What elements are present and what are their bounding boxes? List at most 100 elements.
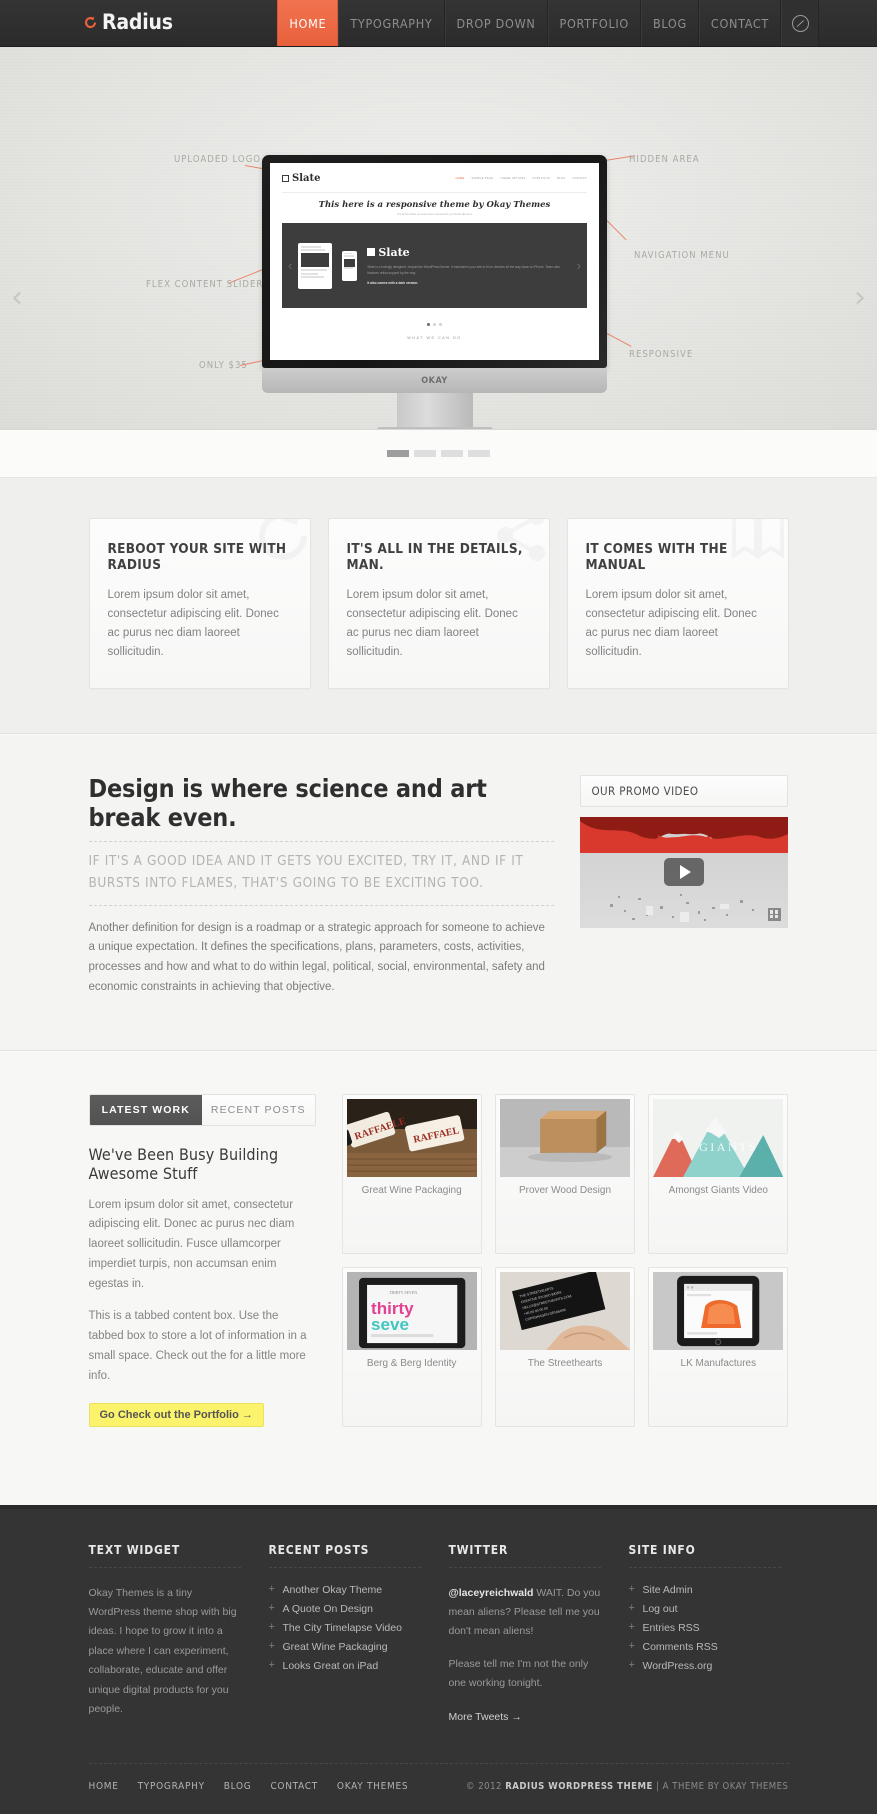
demo-headline-block: This here is a responsive theme by Okay … (270, 193, 599, 219)
site-logo[interactable]: Radius (83, 10, 173, 34)
recent-posts-list: Another Okay Theme A Quote On Design The… (269, 1583, 421, 1679)
play-button[interactable] (663, 858, 704, 887)
nav-item-home[interactable]: HOME (277, 0, 339, 46)
demo-slide: Slate Slate is a lovingly designed, resp… (298, 242, 570, 289)
portfolio-thumbnail: GIANTS (653, 1098, 784, 1177)
feature-box: REBOOT YOUR SITE WITH RADIUS Lorem ipsum… (88, 518, 311, 689)
footer-widget-title: TEXT WIDGET (88, 1543, 241, 1568)
promo-video-thumbnail[interactable] (579, 816, 788, 928)
site-footer: TEXT WIDGET Okay Themes is a tiny WordPr… (0, 1504, 877, 1814)
list-item[interactable]: Looks Great on iPad (269, 1659, 421, 1679)
footer-nav-typography[interactable]: TYPOGRAPHY (138, 1781, 205, 1792)
copyright-prefix: © 2012 (465, 1780, 506, 1792)
tablet-mockup (298, 242, 333, 289)
portfolio-cta-button[interactable]: Go Check out the Portfolio → (88, 1402, 264, 1427)
thirty-seven-tablet-image: THIRTY SEVEN thirty seve (346, 1271, 477, 1350)
tab-panel-title: We've Been Busy Building Awesome Stuff (88, 1144, 279, 1183)
demo-slide-bold: It also comes with a dark version. (367, 281, 419, 286)
search-toggle[interactable] (781, 0, 819, 46)
demo-headline: This here is a responsive theme by Okay … (318, 200, 551, 210)
list-item[interactable]: Log out (629, 1602, 781, 1622)
tab-panel-para-1: Lorem ipsum dolor sit amet, consectetur … (88, 1198, 295, 1290)
twitter-handle[interactable]: @laceyreichwald (449, 1587, 534, 1599)
footer-nav-blog[interactable]: BLOG (224, 1781, 252, 1792)
demo-nav-item: THEME OPTIONS (500, 177, 526, 180)
portfolio-item[interactable]: LK Manufactures (648, 1266, 789, 1427)
portfolio-item[interactable]: RAFFAELE RAFFAEL Great Wine Packaging (341, 1093, 482, 1254)
slider-pager-dot-4[interactable] (468, 450, 490, 457)
tweet-1: @laceyreichwald WAIT. Do you mean aliens… (449, 1584, 601, 1642)
monitor-screen: Slate HOME SAMPLE PAGE THEME OPTIONS POR… (270, 163, 599, 360)
portfolio-item[interactable]: Prover Wood Design (494, 1093, 636, 1254)
nav-item-drop-down[interactable]: DROP DOWN (444, 0, 548, 46)
callout-navigation-menu: NAVIGATION MENU (634, 250, 730, 261)
design-copy: Design is where science and art break ev… (88, 774, 554, 998)
portfolio-item[interactable]: THE STREETHEARTS CREATIVE STUDIO WORK HE… (494, 1266, 636, 1427)
slider-pager-dot-3[interactable] (441, 450, 463, 457)
hero-slider: ‹ › UPLOADED LOGO HIDDEN AREA NAVIGATION… (0, 47, 877, 430)
slider-pager-dot-1[interactable] (387, 450, 409, 457)
list-item[interactable]: WordPress.org (629, 1659, 781, 1679)
play-icon (679, 865, 691, 880)
svg-text:GIANTS: GIANTS (699, 1140, 758, 1154)
circular-arrow-icon (83, 15, 98, 30)
tab-panel-para-2: This is a tabbed content box. Use the ta… (88, 1310, 307, 1382)
portfolio-item[interactable]: THIRTY SEVEN thirty seve Berg & Berg Ide… (341, 1266, 482, 1427)
copyright-brand: RADIUS WORDPRESS THEME (505, 1780, 653, 1792)
monitor-mockup: Slate HOME SAMPLE PAGE THEME OPTIONS POR… (262, 155, 607, 429)
footer-nav-home[interactable]: HOME (89, 1781, 119, 1792)
tab-bar: LATEST WORK RECENT POSTS (88, 1093, 316, 1126)
promo-video-title: OUR PROMO VIDEO (579, 774, 788, 807)
wine-bottles-image: RAFFAELE RAFFAEL (346, 1098, 477, 1177)
footer-widget-title: SITE INFO (628, 1543, 781, 1568)
list-item[interactable]: Comments RSS (629, 1640, 781, 1660)
demo-section-label: WHAT WE CAN DO (407, 336, 462, 340)
demo-nav-item: BLOG (557, 177, 566, 180)
paint-splash-graphic (657, 816, 788, 853)
work-section: LATEST WORK RECENT POSTS We've Been Busy… (0, 1050, 877, 1505)
demo-slider: ‹ Slate Slate is a lovingly designed, re… (282, 223, 587, 308)
footer-widget-text: TEXT WIDGET Okay Themes is a tiny WordPr… (88, 1543, 241, 1725)
site-header: Radius HOME TYPOGRAPHY DROP DOWN PORTFOL… (0, 0, 877, 47)
footer-nav-okay-themes[interactable]: OKAY THEMES (337, 1781, 408, 1792)
giants-mountains-image: GIANTS (653, 1098, 784, 1177)
list-item[interactable]: A Quote On Design (269, 1602, 421, 1622)
footer-widget-body: Okay Themes is a tiny WordPress theme sh… (88, 1586, 237, 1716)
more-tweets-link[interactable]: More Tweets → (449, 1711, 522, 1723)
feature-body: Lorem ipsum dolor sit amet, consectetur … (585, 589, 757, 658)
nav-item-contact[interactable]: CONTACT (698, 0, 781, 46)
demo-nav-item: HOME (455, 177, 465, 180)
nav-item-typography[interactable]: TYPOGRAPHY (338, 0, 445, 46)
feature-body: Lorem ipsum dolor sit amet, consectetur … (107, 589, 279, 658)
tab-recent-posts[interactable]: RECENT POSTS (202, 1094, 315, 1125)
demo-slide-copy: Slate Slate is a lovingly designed, resp… (367, 246, 570, 285)
demo-logo-text: Slate (292, 173, 321, 184)
list-item[interactable]: Great Wine Packaging (269, 1640, 421, 1660)
slider-prev-arrow[interactable]: ‹ (11, 283, 23, 313)
nav-item-blog[interactable]: BLOG (640, 0, 699, 46)
footer-widget-title: TWITTER (448, 1543, 601, 1568)
fullscreen-icon[interactable] (767, 907, 781, 921)
list-item[interactable]: The City Timelapse Video (269, 1621, 421, 1641)
tweet-2: Please tell me I'm not the only one work… (448, 1657, 589, 1690)
demo-header: Slate HOME SAMPLE PAGE THEME OPTIONS POR… (270, 163, 599, 192)
footer-nav-contact[interactable]: CONTACT (270, 1781, 317, 1792)
demo-next-icon: › (576, 258, 581, 273)
copyright: © 2012 RADIUS WORDPRESS THEME | A THEME … (466, 1781, 789, 1792)
nav-item-portfolio[interactable]: PORTFOLIO (547, 0, 641, 46)
demo-slide-logo-text: Slate (378, 245, 410, 259)
demo-nav: HOME SAMPLE PAGE THEME OPTIONS PORTFOLIO… (456, 177, 587, 180)
portfolio-item[interactable]: GIANTS Amongst Giants Video (648, 1093, 789, 1254)
tab-latest-work[interactable]: LATEST WORK (89, 1094, 202, 1125)
tabbed-box: LATEST WORK RECENT POSTS We've Been Busy… (88, 1093, 316, 1427)
portfolio-thumbnail: RAFFAELE RAFFAEL (346, 1098, 477, 1177)
search-icon (791, 15, 809, 32)
demo-slide-logo-mark-icon (367, 248, 376, 257)
slider-next-arrow[interactable]: › (854, 283, 866, 313)
svg-text:seve: seve (371, 1315, 409, 1334)
list-item[interactable]: Entries RSS (629, 1621, 781, 1641)
footer-widget-recent-posts: RECENT POSTS Another Okay Theme A Quote … (268, 1543, 421, 1725)
site-info-list: Site Admin Log out Entries RSS Comments … (629, 1583, 781, 1679)
slider-pager-dot-2[interactable] (414, 450, 436, 457)
portfolio-thumbnail: THE STREETHEARTS CREATIVE STUDIO WORK HE… (499, 1271, 631, 1350)
